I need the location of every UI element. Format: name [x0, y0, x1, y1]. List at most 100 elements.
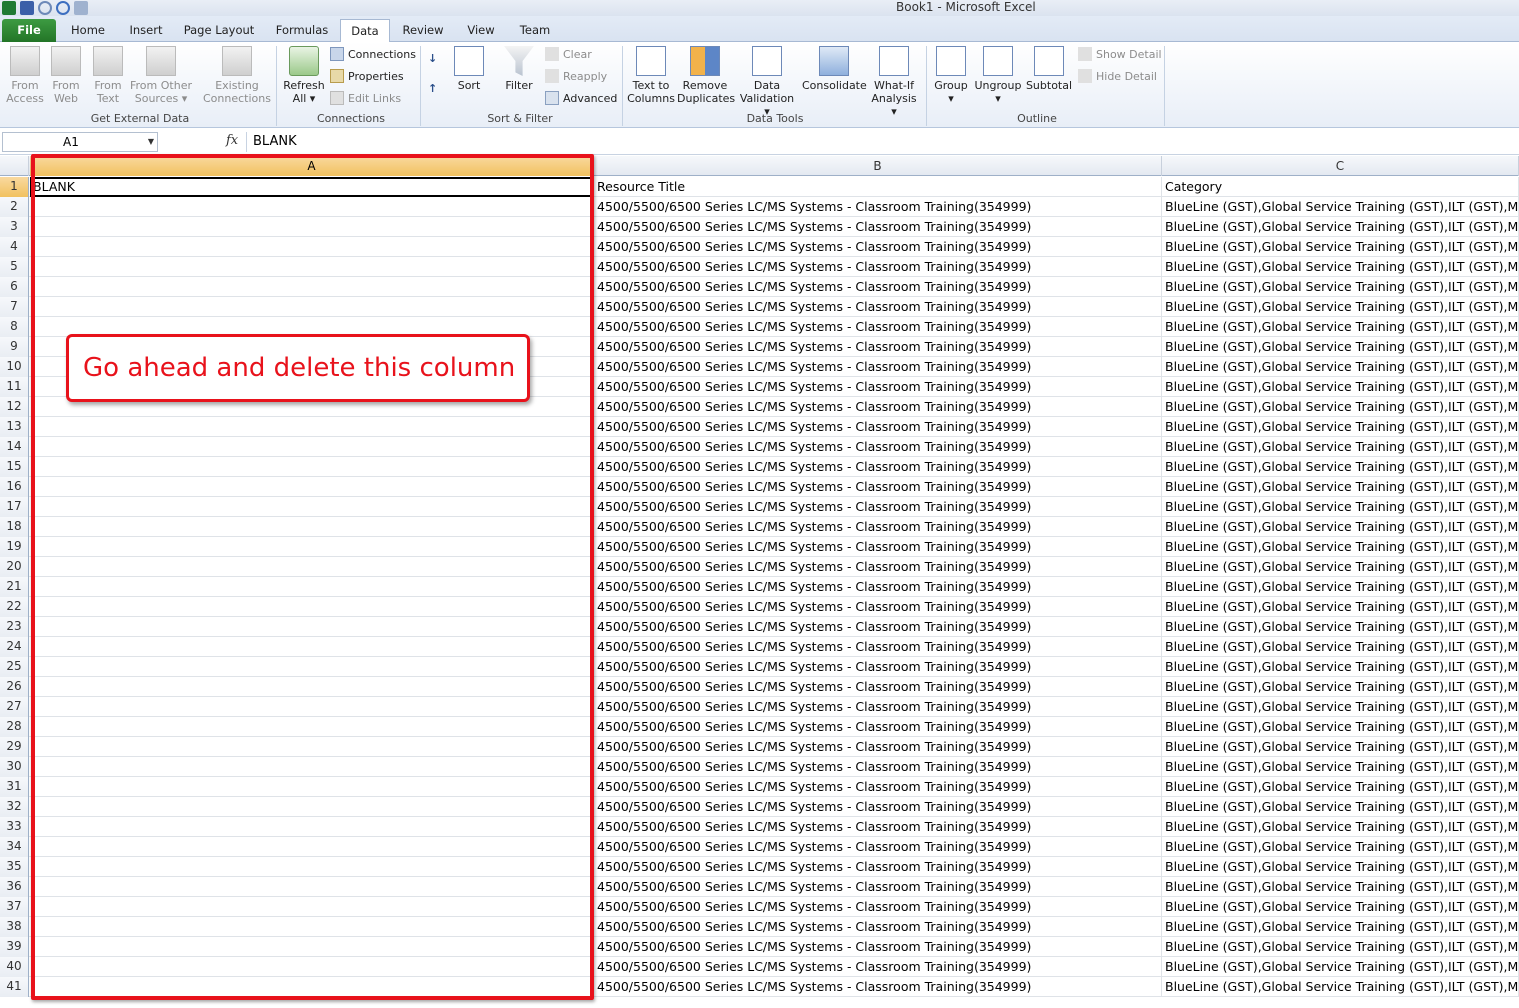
cell-b[interactable]: 4500/5500/6500 Series LC/MS Systems - Cl… [594, 317, 1162, 337]
cell-c[interactable]: BlueLine (GST),Global Service Training (… [1162, 837, 1519, 857]
cell-c[interactable]: BlueLine (GST),Global Service Training (… [1162, 557, 1519, 577]
cell-c[interactable]: BlueLine (GST),Global Service Training (… [1162, 457, 1519, 477]
customize-toolbar-icon[interactable] [74, 1, 88, 15]
existing-connections-button[interactable]: Existing Connections [202, 46, 272, 105]
cell-b[interactable]: 4500/5500/6500 Series LC/MS Systems - Cl… [594, 617, 1162, 637]
cell-a[interactable] [30, 637, 594, 657]
row-header[interactable]: 40 [0, 957, 29, 977]
tab-insert[interactable]: Insert [120, 19, 172, 42]
row-header[interactable]: 33 [0, 817, 29, 837]
insert-function-icon[interactable]: fx [226, 133, 238, 148]
row-header[interactable]: 11 [0, 377, 29, 397]
cell-c[interactable]: BlueLine (GST),Global Service Training (… [1162, 417, 1519, 437]
group-button[interactable]: Group ▾ [930, 46, 972, 105]
row-header[interactable]: 28 [0, 717, 29, 737]
cell-c[interactable]: BlueLine (GST),Global Service Training (… [1162, 317, 1519, 337]
show-detail-button[interactable]: Show Detail [1078, 47, 1162, 61]
row-header[interactable]: 30 [0, 757, 29, 777]
column-header-a[interactable]: A [30, 156, 594, 176]
row-header[interactable]: 39 [0, 937, 29, 957]
connections-button[interactable]: Connections [330, 47, 416, 61]
properties-button[interactable]: Properties [330, 69, 404, 83]
cell-b[interactable]: 4500/5500/6500 Series LC/MS Systems - Cl… [594, 577, 1162, 597]
cell-a[interactable] [30, 757, 594, 777]
cell-b[interactable]: Resource Title [594, 177, 1162, 197]
from-web-button[interactable]: From Web [46, 46, 86, 105]
cell-b[interactable]: 4500/5500/6500 Series LC/MS Systems - Cl… [594, 697, 1162, 717]
cell-a[interactable] [30, 557, 594, 577]
row-header[interactable]: 26 [0, 677, 29, 697]
row-header[interactable]: 16 [0, 477, 29, 497]
cell-b[interactable]: 4500/5500/6500 Series LC/MS Systems - Cl… [594, 637, 1162, 657]
row-header[interactable]: 24 [0, 637, 29, 657]
cell-b[interactable]: 4500/5500/6500 Series LC/MS Systems - Cl… [594, 937, 1162, 957]
row-header[interactable]: 38 [0, 917, 29, 937]
cell-b[interactable]: 4500/5500/6500 Series LC/MS Systems - Cl… [594, 877, 1162, 897]
cell-b[interactable]: 4500/5500/6500 Series LC/MS Systems - Cl… [594, 217, 1162, 237]
sort-button[interactable]: Sort [450, 46, 488, 92]
cell-b[interactable]: 4500/5500/6500 Series LC/MS Systems - Cl… [594, 477, 1162, 497]
column-header-c[interactable]: C [1162, 156, 1519, 176]
cell-b[interactable]: 4500/5500/6500 Series LC/MS Systems - Cl… [594, 837, 1162, 857]
cell-a[interactable] [30, 777, 594, 797]
cell-c[interactable]: BlueLine (GST),Global Service Training (… [1162, 737, 1519, 757]
cell-a[interactable] [30, 277, 594, 297]
cell-c[interactable]: BlueLine (GST),Global Service Training (… [1162, 217, 1519, 237]
cell-c[interactable]: BlueLine (GST),Global Service Training (… [1162, 717, 1519, 737]
cell-a[interactable] [30, 737, 594, 757]
cell-a[interactable] [30, 877, 594, 897]
hide-detail-button[interactable]: Hide Detail [1078, 69, 1157, 83]
row-header[interactable]: 17 [0, 497, 29, 517]
advanced-filter-button[interactable]: Advanced [545, 91, 617, 105]
row-header[interactable]: 25 [0, 657, 29, 677]
row-header[interactable]: 5 [0, 257, 29, 277]
cell-b[interactable]: 4500/5500/6500 Series LC/MS Systems - Cl… [594, 757, 1162, 777]
sort-z-to-a-button[interactable]: ↑ [428, 82, 437, 95]
consolidate-button[interactable]: Consolidate [802, 46, 867, 92]
cell-c[interactable]: Category [1162, 177, 1519, 197]
cell-b[interactable]: 4500/5500/6500 Series LC/MS Systems - Cl… [594, 537, 1162, 557]
row-header[interactable]: 14 [0, 437, 29, 457]
cell-b[interactable]: 4500/5500/6500 Series LC/MS Systems - Cl… [594, 557, 1162, 577]
cell-a[interactable] [30, 457, 594, 477]
tab-data[interactable]: Data [340, 19, 390, 43]
tab-file[interactable]: File [2, 19, 56, 42]
refresh-all-button[interactable]: Refresh All ▾ [282, 46, 326, 105]
tab-view[interactable]: View [456, 19, 506, 42]
row-header[interactable]: 19 [0, 537, 29, 557]
row-header[interactable]: 1 [0, 177, 29, 197]
cell-c[interactable]: BlueLine (GST),Global Service Training (… [1162, 577, 1519, 597]
what-if-analysis-button[interactable]: What-If Analysis ▾ [868, 46, 920, 118]
cell-a[interactable]: BLANK [30, 177, 594, 197]
worksheet-grid[interactable]: A B C 1 BLANK Resource Title Category 2 4500/… [0, 156, 1519, 1008]
cell-c[interactable]: BlueLine (GST),Global Service Training (… [1162, 957, 1519, 977]
cell-b[interactable]: 4500/5500/6500 Series LC/MS Systems - Cl… [594, 517, 1162, 537]
cell-b[interactable]: 4500/5500/6500 Series LC/MS Systems - Cl… [594, 797, 1162, 817]
tab-home[interactable]: Home [62, 19, 114, 42]
cell-c[interactable]: BlueLine (GST),Global Service Training (… [1162, 637, 1519, 657]
cell-b[interactable]: 4500/5500/6500 Series LC/MS Systems - Cl… [594, 597, 1162, 617]
cell-b[interactable]: 4500/5500/6500 Series LC/MS Systems - Cl… [594, 277, 1162, 297]
row-header[interactable]: 13 [0, 417, 29, 437]
row-header[interactable]: 32 [0, 797, 29, 817]
row-header[interactable]: 22 [0, 597, 29, 617]
cell-c[interactable]: BlueLine (GST),Global Service Training (… [1162, 537, 1519, 557]
cell-a[interactable] [30, 497, 594, 517]
cell-c[interactable]: BlueLine (GST),Global Service Training (… [1162, 197, 1519, 217]
row-header[interactable]: 37 [0, 897, 29, 917]
cell-b[interactable]: 4500/5500/6500 Series LC/MS Systems - Cl… [594, 497, 1162, 517]
row-header[interactable]: 4 [0, 237, 29, 257]
cell-c[interactable]: BlueLine (GST),Global Service Training (… [1162, 497, 1519, 517]
row-header[interactable]: 12 [0, 397, 29, 417]
cell-b[interactable]: 4500/5500/6500 Series LC/MS Systems - Cl… [594, 857, 1162, 877]
row-header[interactable]: 20 [0, 557, 29, 577]
column-header-b[interactable]: B [594, 156, 1162, 176]
row-header[interactable]: 3 [0, 217, 29, 237]
cell-b[interactable]: 4500/5500/6500 Series LC/MS Systems - Cl… [594, 897, 1162, 917]
row-header[interactable]: 41 [0, 977, 29, 997]
row-header[interactable]: 27 [0, 697, 29, 717]
cell-b[interactable]: 4500/5500/6500 Series LC/MS Systems - Cl… [594, 417, 1162, 437]
cell-b[interactable]: 4500/5500/6500 Series LC/MS Systems - Cl… [594, 917, 1162, 937]
data-validation-button[interactable]: Data Validation ▾ [736, 46, 798, 118]
cell-b[interactable]: 4500/5500/6500 Series LC/MS Systems - Cl… [594, 297, 1162, 317]
